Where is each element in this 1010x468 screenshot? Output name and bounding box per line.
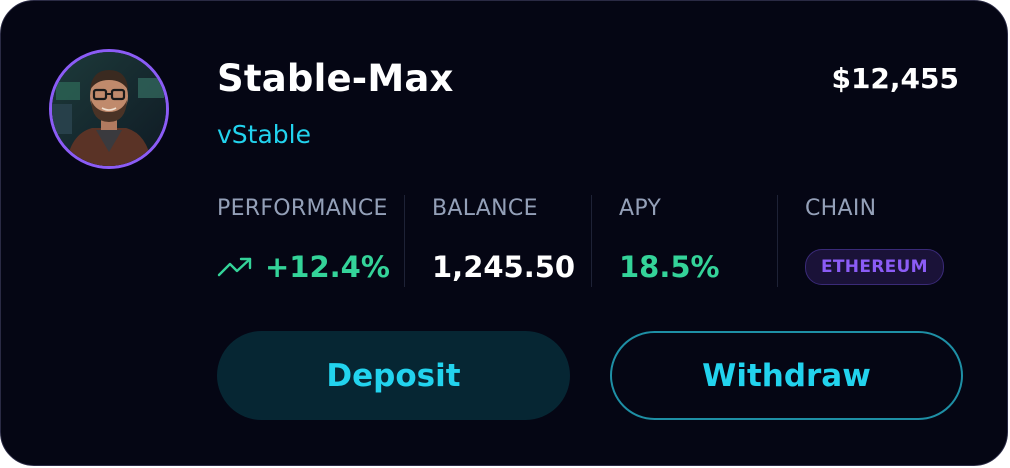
avatar-image <box>52 52 166 166</box>
vault-card: Stable-Max vStable $12,455 PERFORMANCE +… <box>0 0 1008 466</box>
withdraw-button[interactable]: Withdraw <box>610 331 963 420</box>
performance-value-row: +12.4% <box>217 249 404 285</box>
total-value: $12,455 <box>831 62 959 95</box>
stat-balance: BALANCE 1,245.50 <box>404 195 591 287</box>
performance-label: PERFORMANCE <box>217 196 388 221</box>
chain-label: CHAIN <box>805 196 877 221</box>
vault-name: Stable-Max <box>217 57 454 100</box>
stats-row: PERFORMANCE +12.4% BALANCE 1,245.50 APY … <box>217 195 962 287</box>
trending-up-icon <box>217 257 252 277</box>
avatar <box>49 49 169 169</box>
apy-value: 18.5% <box>619 250 720 284</box>
balance-label: BALANCE <box>432 196 538 221</box>
performance-value: +12.4% <box>265 250 390 284</box>
stat-apy: APY 18.5% <box>591 195 777 287</box>
vault-token-symbol: vStable <box>217 120 311 149</box>
apy-label: APY <box>619 196 662 221</box>
stat-performance: PERFORMANCE +12.4% <box>217 195 404 287</box>
chain-badge: ETHEREUM <box>805 249 944 285</box>
balance-value: 1,245.50 <box>432 250 576 284</box>
stat-chain: CHAIN ETHEREUM <box>777 195 962 287</box>
deposit-button[interactable]: Deposit <box>217 331 570 420</box>
